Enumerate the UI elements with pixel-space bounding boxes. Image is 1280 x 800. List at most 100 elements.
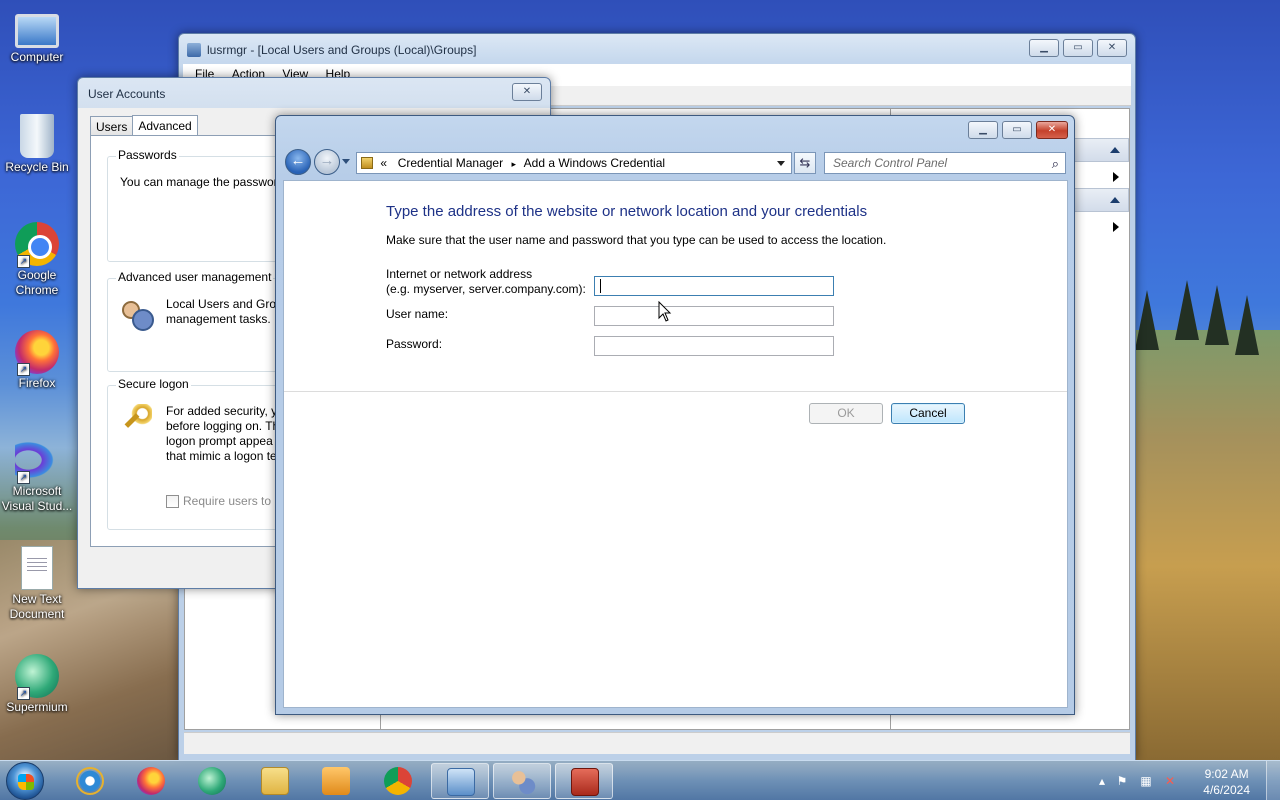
checkbox[interactable] [166,495,179,509]
desktop-icon-recycle-bin[interactable]: Recycle Bin [0,114,74,175]
desktop-icon-label: Recycle Bin [5,160,69,174]
shortcut-arrow-icon: ↗ [17,687,30,700]
control-panel-icon [447,768,475,796]
tab-advanced[interactable]: Advanced [132,115,198,137]
taskbar-supermium[interactable] [183,763,241,799]
divider [284,391,1067,392]
supermium-icon: ↗ [15,654,59,700]
toolbox-icon [571,768,599,796]
taskbar-file-explorer[interactable] [246,763,304,799]
desktop-icon-label: New Text Document [9,592,65,621]
internet-explorer-icon [76,767,104,795]
tab-users[interactable]: Users [90,116,134,136]
add-windows-credential-window[interactable]: ▁ ▭ ✕ ← → « Credential Manager ▸ Add a W… [275,115,1075,715]
group-text: You can manage the passwor [120,175,278,189]
user-accounts-icon [509,768,537,796]
search-icon[interactable]: ⌕ [1052,156,1059,172]
firefox-icon [137,767,165,795]
lusrmgr-app-icon [187,43,201,57]
username-input[interactable] [594,306,834,326]
wallpaper-tree [1175,280,1199,340]
desktop-icon-visual-studio[interactable]: ↗ Microsoft Visual Stud... [0,438,74,514]
tab-strip: Users Advanced [90,114,198,137]
taskbar-computer-management[interactable] [555,763,613,799]
network-icon[interactable]: ▦ [1139,774,1153,788]
clock-date: 4/6/2024 [1203,783,1250,797]
show-hidden-icons-icon[interactable]: ▴ [1095,774,1109,788]
wallpaper-tree [1205,285,1229,345]
taskbar-firefox[interactable] [122,763,180,799]
text-document-icon [21,546,53,590]
volume-muted-icon[interactable]: ✕ [1163,774,1177,788]
text-caret [600,279,601,293]
group-label: Passwords [116,148,179,162]
minimize-button[interactable]: ▁ [1029,39,1059,57]
forward-button[interactable]: → [314,149,340,175]
taskbar-user-accounts[interactable] [493,763,551,799]
dialog-body: Type the address of the website or netwo… [283,180,1068,708]
refresh-button[interactable]: ⇆ [794,152,816,174]
shortcut-arrow-icon: ↗ [17,363,30,376]
cancel-button[interactable]: Cancel [891,403,965,424]
address-bar[interactable]: « Credential Manager ▸ Add a Windows Cre… [356,152,792,174]
minimize-button[interactable]: ▁ [968,121,998,139]
maximize-button[interactable]: ▭ [1063,39,1093,57]
group-text: For added security, y before logging on. … [166,404,280,463]
back-button[interactable]: ← [285,149,311,175]
desktop-icon-label: Firefox [18,376,56,390]
status-bar [184,732,1130,754]
taskbar-chrome[interactable] [369,763,427,799]
wallpaper-tree [1135,290,1159,350]
close-button[interactable]: ✕ [1097,39,1127,57]
breadcrumb-overflow[interactable]: « [380,156,387,170]
chrome-icon: ↗ [15,222,59,268]
window-title: User Accounts [88,87,166,101]
page-description: Make sure that the user name and passwor… [386,233,887,247]
taskbar-control-panel[interactable] [431,763,489,799]
password-input[interactable] [594,336,834,356]
address-label: Internet or network address (e.g. myserve… [386,267,586,296]
key-icon [120,404,152,436]
computer-icon [15,14,59,48]
network-address-input[interactable] [594,276,834,296]
address-dropdown-icon[interactable] [777,161,785,166]
chrome-icon [384,767,412,795]
clock-time: 9:02 AM [1204,767,1249,781]
search-input[interactable]: Search Control Panel ⌕ [824,152,1066,174]
clock[interactable]: 9:02 AM 4/6/2024 [1203,766,1250,798]
desktop-icon-firefox[interactable]: ↗ Firefox [0,330,74,391]
search-placeholder: Search Control Panel [833,156,948,170]
shortcut-arrow-icon: ↗ [17,255,30,268]
breadcrumb-add-windows-credential[interactable]: Add a Windows Credential [524,156,665,170]
control-panel-icon [361,157,373,169]
supermium-icon [198,767,226,795]
shortcut-arrow-icon: ↗ [17,471,30,484]
desktop-icon-label: Google Chrome [15,268,59,297]
visual-studio-icon: ↗ [15,438,59,484]
ok-button[interactable]: OK [809,403,883,424]
wallpaper-tree [1235,295,1259,355]
action-center-flag-icon[interactable]: ⚑ [1115,774,1129,788]
taskbar: ▴ ⚑ ▦ ✕ 9:02 AM 4/6/2024 [0,760,1280,800]
taskbar-media-player[interactable] [307,763,365,799]
firefox-icon: ↗ [15,330,59,376]
desktop-icon-new-text-document[interactable]: New Text Document [0,546,74,622]
close-button[interactable]: ✕ [512,83,542,101]
breadcrumb-credential-manager[interactable]: Credential Manager [398,156,503,170]
desktop-icon-computer[interactable]: Computer [0,8,74,65]
require-ctrl-alt-del-checkbox[interactable]: Require users to p [166,494,281,509]
close-button[interactable]: ✕ [1036,121,1068,139]
start-button[interactable] [6,762,44,800]
window-title: lusrmgr - [Local Users and Groups (Local… [207,43,477,57]
desktop-icon-supermium[interactable]: ↗ Supermium [0,654,74,715]
users-icon [120,297,154,331]
show-desktop-button[interactable] [1266,761,1280,800]
group-label: Secure logon [116,377,191,391]
group-label: Advanced user management [116,270,274,284]
desktop-icon-chrome[interactable]: ↗ Google Chrome [0,222,74,298]
breadcrumb-separator[interactable]: ▸ [511,159,516,169]
maximize-button[interactable]: ▭ [1002,121,1032,139]
taskbar-internet-explorer[interactable] [61,763,119,799]
recent-pages-dropdown[interactable] [342,159,350,164]
media-player-icon [322,767,350,795]
